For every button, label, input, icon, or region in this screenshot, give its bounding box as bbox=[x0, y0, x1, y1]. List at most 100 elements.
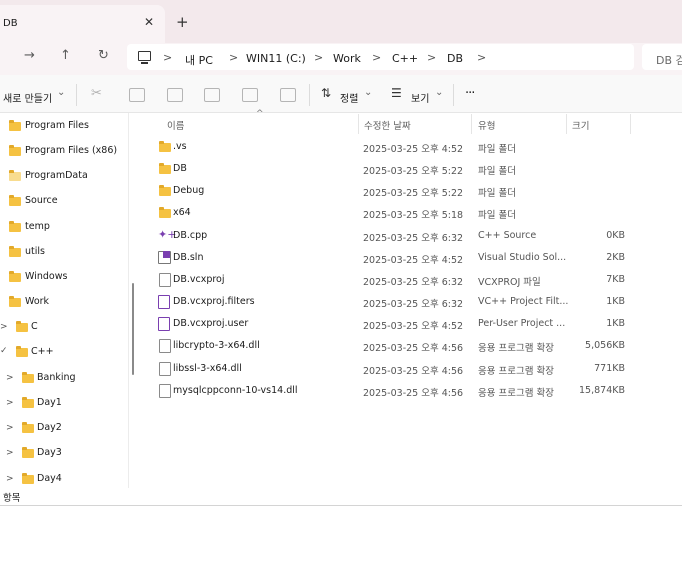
file-type: Per-User Project ... bbox=[478, 318, 566, 329]
column-header-size[interactable]: 크기 bbox=[572, 118, 589, 132]
file-row-db-sln[interactable]: DB.sln 2025-03-25 오후 4:52 Visual Studio … bbox=[142, 247, 632, 269]
chevron-right-icon[interactable]: > bbox=[163, 51, 172, 64]
file-row-db-vcxproj-user[interactable]: DB.vcxproj.user 2025-03-25 오후 4:52 Per-U… bbox=[142, 313, 632, 335]
view-button[interactable]: 보기 bbox=[411, 90, 429, 105]
column-divider[interactable] bbox=[358, 114, 359, 134]
column-divider[interactable] bbox=[630, 114, 631, 134]
sort-button[interactable]: 정렬 bbox=[340, 90, 358, 105]
sidebar-item-day1[interactable]: > Day1 bbox=[0, 390, 125, 415]
file-size: 1KB bbox=[606, 296, 625, 307]
folder-icon bbox=[22, 372, 34, 383]
tab-db[interactable] bbox=[0, 5, 165, 43]
folder-icon bbox=[9, 296, 21, 307]
folder-icon bbox=[159, 207, 171, 218]
file-row-db-vcxproj[interactable]: DB.vcxproj 2025-03-25 오후 6:32 VCXPROJ 파일… bbox=[142, 269, 632, 291]
chevron-right-icon[interactable]: > bbox=[6, 398, 14, 408]
file-size: 1KB bbox=[606, 318, 625, 329]
chevron-right-icon[interactable]: > bbox=[6, 373, 14, 383]
file-type: 응용 프로그램 확장 bbox=[478, 388, 554, 399]
up-arrow-icon[interactable]: ↑ bbox=[60, 48, 71, 63]
paste-icon[interactable] bbox=[167, 88, 183, 102]
chevron-right-icon[interactable]: > bbox=[6, 474, 14, 484]
breadcrumb-drive[interactable]: WIN11 (C:) bbox=[246, 52, 306, 65]
file-date: 2025-03-25 오후 4:56 bbox=[363, 388, 464, 399]
column-header-name[interactable]: 이름 bbox=[167, 118, 184, 132]
chevron-right-icon[interactable]: > bbox=[229, 51, 238, 64]
chevron-down-icon[interactable]: ✓ bbox=[0, 346, 8, 356]
file-date: 2025-03-25 오후 4:52 bbox=[363, 144, 464, 155]
sidebar-item-c[interactable]: > C bbox=[0, 314, 125, 339]
breadcrumb-cpp[interactable]: C++ bbox=[392, 52, 418, 65]
close-tab-icon[interactable]: ✕ bbox=[144, 15, 154, 29]
new-button[interactable]: 새로 만들기 bbox=[3, 90, 52, 105]
file-size: 15,874KB bbox=[579, 385, 625, 396]
file-type: 응용 프로그램 확장 bbox=[478, 343, 554, 354]
breadcrumb-work[interactable]: Work bbox=[333, 52, 361, 65]
sidebar-item-cpp[interactable]: ✓ C++ bbox=[0, 339, 125, 364]
file-name: DB.cpp bbox=[173, 230, 208, 241]
sidebar-item-temp[interactable]: temp bbox=[0, 214, 125, 239]
window-bottom-border bbox=[0, 505, 682, 506]
search-input[interactable]: DB 검 bbox=[656, 52, 682, 68]
file-row-mysqlcppconn[interactable]: mysqlcppconn-10-vs14.dll 2025-03-25 오후 4… bbox=[142, 380, 632, 402]
file-row-db-cpp[interactable]: ✦+ DB.cpp 2025-03-25 오후 6:32 C++ Source … bbox=[142, 225, 632, 247]
folder-icon bbox=[159, 185, 171, 196]
column-header-type[interactable]: 유형 bbox=[478, 118, 495, 132]
file-row-libcrypto[interactable]: libcrypto-3-x64.dll 2025-03-25 오후 4:56 응… bbox=[142, 335, 632, 357]
chevron-right-icon[interactable]: > bbox=[6, 448, 14, 458]
column-divider[interactable] bbox=[471, 114, 472, 134]
breadcrumb-db[interactable]: DB bbox=[447, 52, 463, 65]
file-row-db[interactable]: DB 2025-03-25 오후 5:22 파일 폴더 bbox=[142, 158, 632, 180]
sidebar-item-label: Day3 bbox=[37, 447, 62, 458]
file-row-vs[interactable]: .vs 2025-03-25 오후 4:52 파일 폴더 bbox=[142, 136, 632, 158]
sidebar-item-day2[interactable]: > Day2 bbox=[0, 415, 125, 440]
sidebar-item-day3[interactable]: > Day3 bbox=[0, 440, 125, 465]
chevron-right-icon[interactable]: > bbox=[427, 51, 436, 64]
sidebar-item-banking[interactable]: > Banking bbox=[0, 365, 125, 390]
file-row-debug[interactable]: Debug 2025-03-25 오후 5:22 파일 폴더 bbox=[142, 180, 632, 202]
sidebar-item-program-files[interactable]: Program Files bbox=[0, 113, 125, 138]
sort-icon: ⇅ bbox=[321, 86, 332, 100]
file-size: 5,056KB bbox=[585, 340, 625, 351]
tab-title[interactable]: DB bbox=[3, 18, 18, 29]
sidebar-item-label: C++ bbox=[31, 346, 54, 357]
sidebar-item-work[interactable]: Work bbox=[0, 289, 125, 314]
copy-icon[interactable] bbox=[129, 88, 145, 102]
file-row-db-vcxproj-filters[interactable]: DB.vcxproj.filters 2025-03-25 오후 6:32 VC… bbox=[142, 291, 632, 313]
sidebar-item-source[interactable]: Source bbox=[0, 188, 125, 213]
chevron-right-icon[interactable]: > bbox=[6, 423, 14, 433]
sidebar-scrollbar[interactable] bbox=[132, 283, 134, 375]
file-row-x64[interactable]: x64 2025-03-25 오후 5:18 파일 폴더 bbox=[142, 202, 632, 224]
file-date: 2025-03-25 오후 4:56 bbox=[363, 366, 464, 377]
more-options-icon[interactable]: ··· bbox=[465, 86, 475, 101]
folder-icon bbox=[159, 141, 171, 152]
cut-icon[interactable]: ✂ bbox=[91, 86, 102, 101]
folder-icon bbox=[16, 321, 28, 332]
column-header-date[interactable]: 수정한 날짜 bbox=[364, 118, 411, 132]
sidebar-item-label: Program Files (x86) bbox=[25, 145, 118, 156]
sidebar-item-programdata[interactable]: ProgramData bbox=[0, 163, 125, 188]
delete-icon[interactable] bbox=[280, 88, 296, 102]
file-row-libssl[interactable]: libssl-3-x64.dll 2025-03-25 오후 4:56 응용 프… bbox=[142, 358, 632, 380]
refresh-icon[interactable]: ↻ bbox=[98, 48, 109, 63]
file-type: Visual Studio Sol... bbox=[478, 252, 567, 263]
forward-arrow-icon[interactable]: → bbox=[24, 48, 35, 63]
chevron-right-icon[interactable]: > bbox=[372, 51, 381, 64]
sidebar-item-utils[interactable]: utils bbox=[0, 239, 125, 264]
sidebar-item-windows[interactable]: Windows bbox=[0, 264, 125, 289]
new-tab-icon[interactable]: + bbox=[176, 13, 189, 31]
file-name: DB.vcxproj bbox=[173, 274, 225, 285]
sidebar-item-program-files-x86[interactable]: Program Files (x86) bbox=[0, 138, 125, 163]
share-icon[interactable] bbox=[242, 88, 258, 102]
breadcrumb-this-pc[interactable]: 내 PC bbox=[185, 52, 213, 68]
rename-icon[interactable] bbox=[204, 88, 220, 102]
column-divider[interactable] bbox=[566, 114, 567, 134]
folder-icon bbox=[22, 447, 34, 458]
filters-file-icon bbox=[158, 295, 170, 309]
chevron-right-icon[interactable]: > bbox=[0, 322, 8, 332]
file-type: 파일 폴더 bbox=[478, 210, 516, 221]
chevron-right-icon[interactable]: > bbox=[477, 51, 486, 64]
chevron-right-icon[interactable]: > bbox=[314, 51, 323, 64]
sidebar-item-label: Day4 bbox=[37, 473, 62, 484]
file-name: DB.vcxproj.user bbox=[173, 318, 249, 329]
